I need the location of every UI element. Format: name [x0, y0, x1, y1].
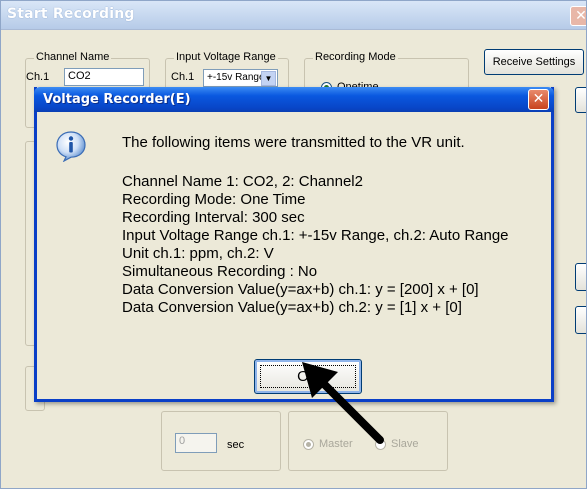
right-button-3[interactable] [575, 306, 586, 334]
annotation-arrow-icon [302, 362, 384, 444]
info-icon [56, 131, 86, 162]
ch1-range-value: +-15v Range [207, 72, 265, 83]
detail-line: Recording Mode: One Time [122, 191, 306, 208]
receive-settings-button[interactable]: Receive Settings [484, 49, 584, 75]
detail-line: Data Conversion Value(y=ax+b) ch.2: y = … [122, 299, 462, 316]
dropdown-arrow-icon: ▼ [261, 71, 276, 86]
detail-line: Recording Interval: 300 sec [122, 209, 305, 226]
ch1-range-select[interactable]: +-15v Range ▼ [203, 69, 278, 87]
detail-line: Unit ch.1: ppm, ch.2: V [122, 245, 274, 262]
detail-line: Input Voltage Range ch.1: +-15v Range, c… [122, 227, 509, 244]
slave-radio-label: Slave [391, 438, 419, 450]
detail-line: Simultaneous Recording : No [122, 263, 318, 280]
recording-mode-legend: Recording Mode [313, 51, 398, 63]
main-titlebar: Start Recording ✕ [1, 1, 586, 30]
dialog-title: Voltage Recorder(E) [43, 92, 191, 107]
dialog-close-icon[interactable]: ✕ [528, 89, 549, 110]
main-window-title: Start Recording [7, 6, 135, 22]
dialog-detail-lines: Channel Name 1: CO2, 2: Channel2 Recordi… [122, 173, 509, 317]
right-button-1[interactable] [575, 87, 586, 113]
interval-field[interactable]: 0 [175, 433, 217, 453]
ch1-name-label: Ch.1 [26, 71, 50, 83]
input-voltage-range-legend: Input Voltage Range [174, 51, 278, 63]
main-close-icon[interactable]: ✕ [570, 6, 586, 26]
right-button-2[interactable] [575, 263, 586, 291]
dialog-message: The following items were transmitted to … [122, 134, 465, 151]
interval-unit-label: sec [227, 439, 245, 451]
detail-line: Channel Name 1: CO2, 2: Channel2 [122, 173, 363, 190]
channel-name-legend: Channel Name [34, 51, 112, 63]
ch1-range-label: Ch.1 [171, 71, 195, 83]
ch1-name-field[interactable]: CO2 [64, 68, 144, 86]
detail-line: Data Conversion Value(y=ax+b) ch.1: y = … [122, 281, 479, 298]
dialog-titlebar: Voltage Recorder(E) ✕ [34, 87, 554, 112]
